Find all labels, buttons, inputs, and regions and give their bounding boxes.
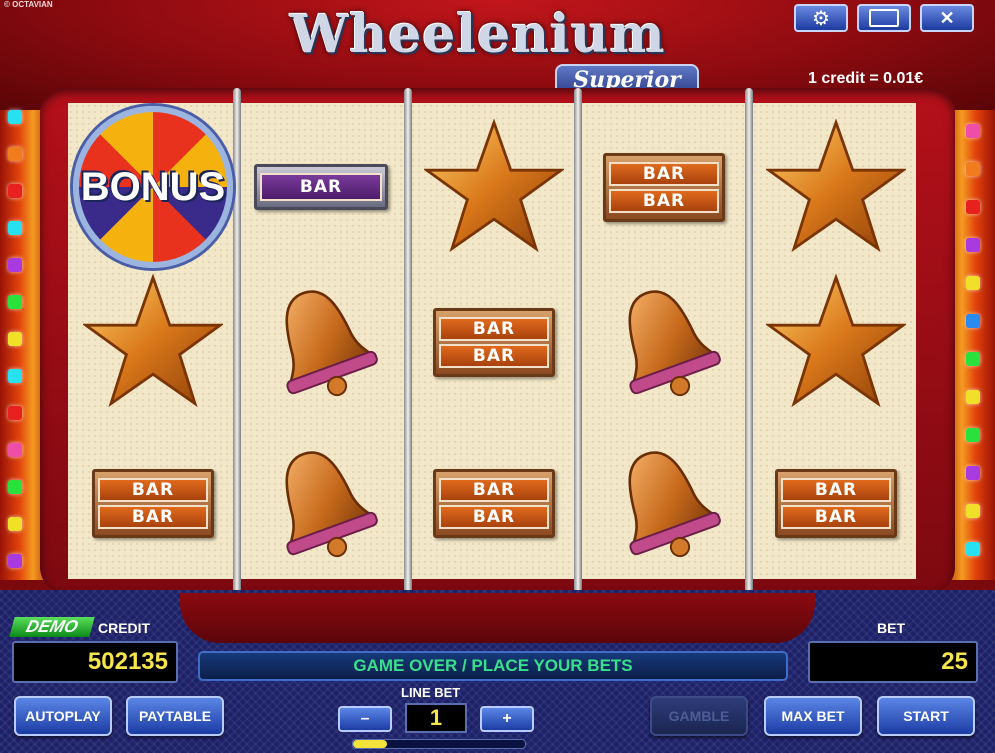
copyright-text: © OCTAVIAN	[4, 0, 53, 9]
side-light	[8, 406, 22, 420]
bet-label: BET	[877, 620, 905, 636]
double-bar-symbol: BAR BAR	[414, 264, 574, 420]
bell-symbol	[584, 425, 744, 581]
side-light	[966, 504, 980, 518]
line-bet-increase-button[interactable]: +	[480, 706, 534, 732]
side-light	[8, 443, 22, 457]
side-light	[966, 428, 980, 442]
side-light	[8, 517, 22, 531]
side-light	[8, 295, 22, 309]
star-symbol	[756, 109, 916, 265]
reel-divider	[745, 88, 753, 593]
double-bar-symbol: BAR BAR	[414, 425, 574, 581]
side-light	[8, 332, 22, 346]
side-light	[8, 480, 22, 494]
side-light	[8, 554, 22, 568]
side-light	[966, 352, 980, 366]
single-bar-symbol: BAR	[241, 109, 401, 265]
demo-badge: DEMO	[9, 617, 95, 637]
bell-symbol	[584, 264, 744, 420]
side-light	[966, 200, 980, 214]
window-icon	[869, 9, 899, 27]
side-light	[966, 466, 980, 480]
window-button[interactable]	[857, 4, 911, 32]
side-light	[966, 314, 980, 328]
reel-divider	[404, 88, 412, 593]
gear-icon: ⚙	[812, 7, 830, 30]
side-light	[966, 542, 980, 556]
star-symbol	[414, 109, 574, 265]
credit-display: 502135	[12, 641, 178, 683]
gamble-button[interactable]: GAMBLE	[650, 696, 748, 736]
line-bet-progress-fill	[353, 740, 388, 748]
bonus-symbol: BONUS	[73, 106, 233, 268]
cabinet-apron	[180, 593, 815, 643]
credit-label: CREDIT	[98, 620, 151, 636]
side-light	[8, 110, 22, 124]
side-light	[8, 184, 22, 198]
bet-display: 25	[808, 641, 978, 683]
status-message: GAME OVER / PLACE YOUR BETS	[198, 651, 788, 681]
autoplay-button[interactable]: AUTOPLAY	[14, 696, 112, 736]
side-light	[966, 276, 980, 290]
bell-symbol	[241, 425, 401, 581]
close-button[interactable]: ✕	[920, 4, 974, 32]
line-bet-progress	[352, 739, 526, 749]
star-symbol	[73, 264, 233, 420]
reel-divider	[574, 88, 582, 593]
line-bet-decrease-button[interactable]: –	[338, 706, 392, 732]
paytable-button[interactable]: PAYTABLE	[126, 696, 224, 736]
line-bet-display: 1	[405, 703, 467, 733]
side-light	[966, 238, 980, 252]
side-light	[8, 147, 22, 161]
side-light	[966, 162, 980, 176]
bell-symbol	[241, 264, 401, 420]
side-light	[8, 221, 22, 235]
double-bar-symbol: BAR BAR	[756, 425, 916, 581]
double-bar-symbol: BAR BAR	[73, 425, 233, 581]
star-symbol	[756, 264, 916, 420]
max-bet-button[interactable]: MAX BET	[764, 696, 862, 736]
close-icon: ✕	[939, 7, 955, 28]
reel-divider	[233, 88, 241, 593]
line-bet-label: LINE BET	[401, 685, 461, 700]
side-light	[966, 390, 980, 404]
game-logo: Wheelenium	[290, 4, 666, 65]
side-light	[966, 124, 980, 138]
side-light	[8, 258, 22, 272]
double-bar-symbol: BAR BAR	[584, 109, 744, 265]
settings-button[interactable]: ⚙	[794, 4, 848, 32]
side-light	[8, 369, 22, 383]
start-button[interactable]: START	[877, 696, 975, 736]
credit-value-info: 1 credit = 0.01€	[808, 70, 924, 87]
